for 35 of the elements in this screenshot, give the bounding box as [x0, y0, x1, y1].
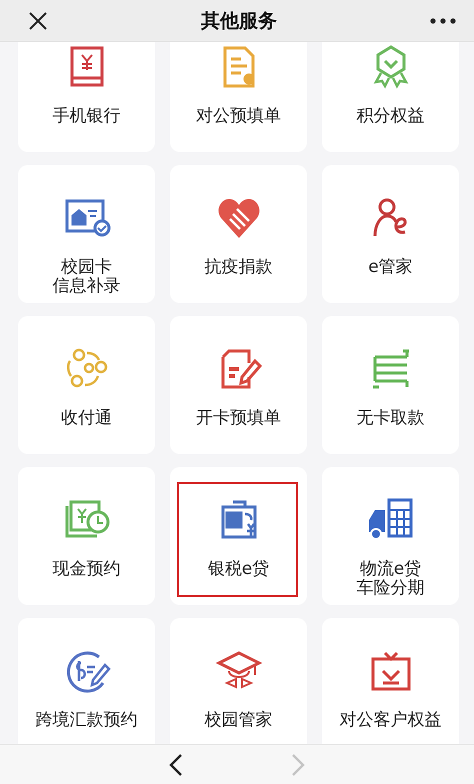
service-tile[interactable]: 无卡取款 — [322, 316, 459, 454]
service-label: 收付通 — [61, 409, 112, 428]
service-label: 校园管家 — [204, 711, 272, 730]
service-tile[interactable]: 跨境汇款预约 — [18, 618, 155, 744]
service-tile[interactable]: 收付通 — [18, 316, 155, 454]
service-label: 信息补录 — [52, 277, 120, 296]
service-tile[interactable]: 校园卡 信息补录 — [18, 165, 155, 303]
service-tile[interactable]: 校园管家 — [170, 618, 307, 744]
service-label: 跨境汇款预约 — [36, 711, 138, 730]
service-tile[interactable]: e管家 — [322, 165, 459, 303]
service-tile[interactable]: 开卡预填单 — [170, 316, 307, 454]
service-tile[interactable]: 对公客户权益 — [322, 618, 459, 744]
service-label: 手机银行 — [52, 107, 120, 126]
page-title: 其他服务 — [201, 8, 277, 34]
service-label: 无卡取款 — [356, 409, 424, 428]
service-label: 银税e贷 — [208, 560, 270, 579]
service-tile[interactable]: 现金预约 — [18, 467, 155, 605]
service-label: 开卡预填单 — [196, 409, 281, 428]
service-tile[interactable]: 手机银行 — [18, 42, 155, 152]
service-label: 车险分期 — [356, 579, 424, 598]
service-tile[interactable]: 抗疫捐款 — [170, 165, 307, 303]
service-tile[interactable]: 对公预填单 — [170, 42, 307, 152]
close-icon — [28, 10, 48, 30]
service-label: e管家 — [368, 258, 413, 277]
service-label: 现金预约 — [52, 560, 120, 579]
service-label: 物流e贷 — [360, 560, 422, 579]
service-label: 抗疫捐款 — [204, 258, 272, 277]
service-label: 积分权益 — [356, 107, 424, 126]
service-label: 对公预填单 — [196, 107, 281, 126]
more-icon — [430, 18, 456, 24]
service-label: 对公客户权益 — [340, 711, 442, 730]
service-tile[interactable]: 物流e贷 车险分期 — [322, 467, 459, 605]
service-label: 校园卡 — [61, 258, 112, 277]
service-tile[interactable]: 积分权益 — [322, 42, 459, 152]
service-tile[interactable]: 银税e贷 — [170, 467, 307, 605]
